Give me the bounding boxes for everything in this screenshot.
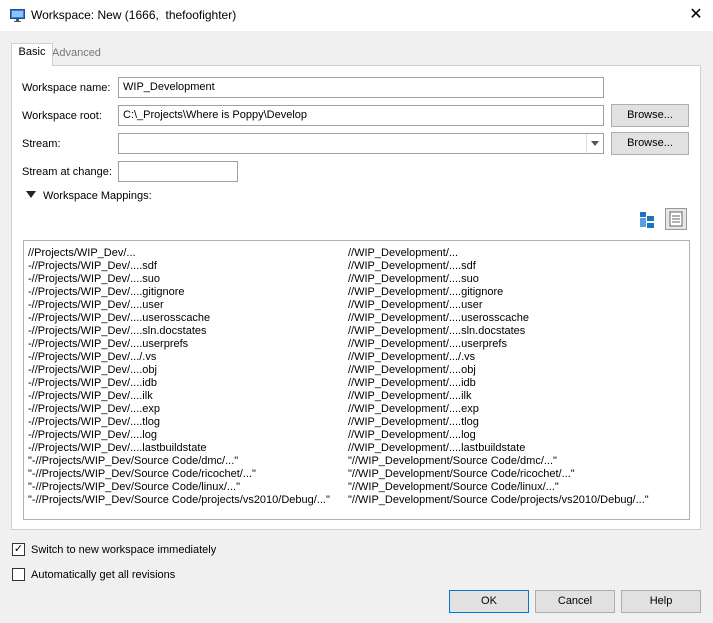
tree-view-icon[interactable]: [637, 209, 659, 231]
cancel-button[interactable]: Cancel: [535, 590, 615, 613]
workspace-root-input[interactable]: C:\_Projects\Where is Poppy\Develop: [118, 105, 604, 126]
mapping-depot-path: "-//Projects/WIP_Dev/Source Code/dmc/...…: [28, 455, 239, 467]
mapping-client-path: //WIP_Development/...: [348, 247, 459, 259]
browse-stream-button[interactable]: Browse...: [611, 132, 689, 155]
monitor-icon: [10, 9, 25, 22]
mapping-client-path: //WIP_Development/....exp: [348, 403, 479, 415]
mapping-depot-path: -//Projects/WIP_Dev/....lastbuildstate: [28, 442, 207, 454]
workspace-name-label: Workspace name:: [22, 82, 111, 94]
mapping-depot-path: "-//Projects/WIP_Dev/Source Code/project…: [28, 494, 330, 506]
mapping-depot-path: -//Projects/WIP_Dev/....log: [28, 429, 157, 441]
mapping-client-path: //WIP_Development/....userprefs: [348, 338, 507, 350]
mapping-client-path: //WIP_Development/....user: [348, 299, 483, 311]
window-title: Workspace: New (1666, thefoofighter): [31, 8, 237, 22]
mapping-client-path: //WIP_Development/....sln.docstates: [348, 325, 526, 337]
stream-label: Stream:: [22, 138, 61, 150]
workspace-name-input[interactable]: WIP_Development: [118, 77, 604, 98]
mapping-client-path: //WIP_Development/....obj: [348, 364, 476, 376]
mapping-client-path: "//WIP_Development/Source Code/dmc/...": [348, 455, 557, 467]
mapping-client-path: //WIP_Development/....sdf: [348, 260, 476, 272]
workspace-root-label: Workspace root:: [22, 110, 102, 122]
mapping-depot-path: "-//Projects/WIP_Dev/Source Code/ricoche…: [28, 468, 256, 480]
mapping-client-path: //WIP_Development/....userosscache: [348, 312, 529, 324]
mapping-depot-path: -//Projects/WIP_Dev/....suo: [28, 273, 161, 285]
tab-advanced[interactable]: Advanced: [49, 45, 104, 64]
help-button[interactable]: Help: [621, 590, 701, 613]
ok-button[interactable]: OK: [449, 590, 529, 613]
combo-separator: [586, 134, 587, 153]
switch-workspace-label[interactable]: Switch to new workspace immediately: [31, 544, 216, 556]
stream-at-change-label: Stream at change:: [22, 166, 112, 178]
mapping-depot-path: -//Projects/WIP_Dev/....idb: [28, 377, 157, 389]
mapping-client-path: //WIP_Development/.../.vs: [348, 351, 476, 363]
mapping-client-path: //WIP_Development/....lastbuildstate: [348, 442, 526, 454]
mapping-client-path: //WIP_Development/....tlog: [348, 416, 479, 428]
workspace-mappings-text[interactable]: //Projects/WIP_Dev/... //WIP_Development/…: [23, 240, 690, 520]
mapping-client-path: "//WIP_Development/Source Code/ricochet/…: [348, 468, 575, 480]
mapping-client-path: //WIP_Development/....idb: [348, 377, 476, 389]
collapse-triangle-icon[interactable]: [26, 191, 36, 198]
stream-at-change-input[interactable]: [118, 161, 238, 182]
stream-combobox[interactable]: [118, 133, 604, 154]
mapping-depot-path: //Projects/WIP_Dev/...: [28, 247, 136, 259]
mapping-depot-path: -//Projects/WIP_Dev/....user: [28, 299, 164, 311]
text-view-icon[interactable]: [665, 208, 687, 230]
mapping-client-path: //WIP_Development/....gitignore: [348, 286, 504, 298]
workspace-mappings-label[interactable]: Workspace Mappings:: [43, 190, 152, 202]
mapping-client-path: //WIP_Development/....log: [348, 429, 476, 441]
tab-basic[interactable]: Basic: [11, 43, 53, 66]
close-icon[interactable]: ✕: [680, 2, 712, 28]
mapping-depot-path: -//Projects/WIP_Dev/....sln.docstates: [28, 325, 207, 337]
mapping-depot-path: -//Projects/WIP_Dev/....obj: [28, 364, 157, 376]
mapping-depot-path: -//Projects/WIP_Dev/....userosscache: [28, 312, 211, 324]
mapping-depot-path: -//Projects/WIP_Dev/.../.vs: [28, 351, 157, 363]
mapping-depot-path: -//Projects/WIP_Dev/....gitignore: [28, 286, 185, 298]
title-bar: Workspace: New (1666, thefoofighter) ✕: [0, 0, 713, 31]
mapping-depot-path: -//Projects/WIP_Dev/....ilk: [28, 390, 153, 402]
mapping-depot-path: -//Projects/WIP_Dev/....tlog: [28, 416, 161, 428]
chevron-down-icon[interactable]: [591, 141, 599, 146]
mapping-depot-path: -//Projects/WIP_Dev/....userprefs: [28, 338, 189, 350]
auto-get-revisions-label[interactable]: Automatically get all revisions: [31, 569, 175, 581]
mapping-client-path: //WIP_Development/....ilk: [348, 390, 472, 402]
mapping-depot-path: -//Projects/WIP_Dev/....sdf: [28, 260, 157, 272]
mapping-client-path: //WIP_Development/....suo: [348, 273, 479, 285]
browse-root-button[interactable]: Browse...: [611, 104, 689, 127]
mapping-depot-path: -//Projects/WIP_Dev/....exp: [28, 403, 161, 415]
mapping-client-path: "//WIP_Development/Source Code/projects/…: [348, 494, 649, 506]
switch-workspace-checkbox[interactable]: ✓: [12, 543, 25, 556]
mapping-depot-path: "-//Projects/WIP_Dev/Source Code/linux/.…: [28, 481, 240, 493]
mapping-client-path: "//WIP_Development/Source Code/linux/...…: [348, 481, 559, 493]
auto-get-revisions-checkbox[interactable]: [12, 568, 25, 581]
